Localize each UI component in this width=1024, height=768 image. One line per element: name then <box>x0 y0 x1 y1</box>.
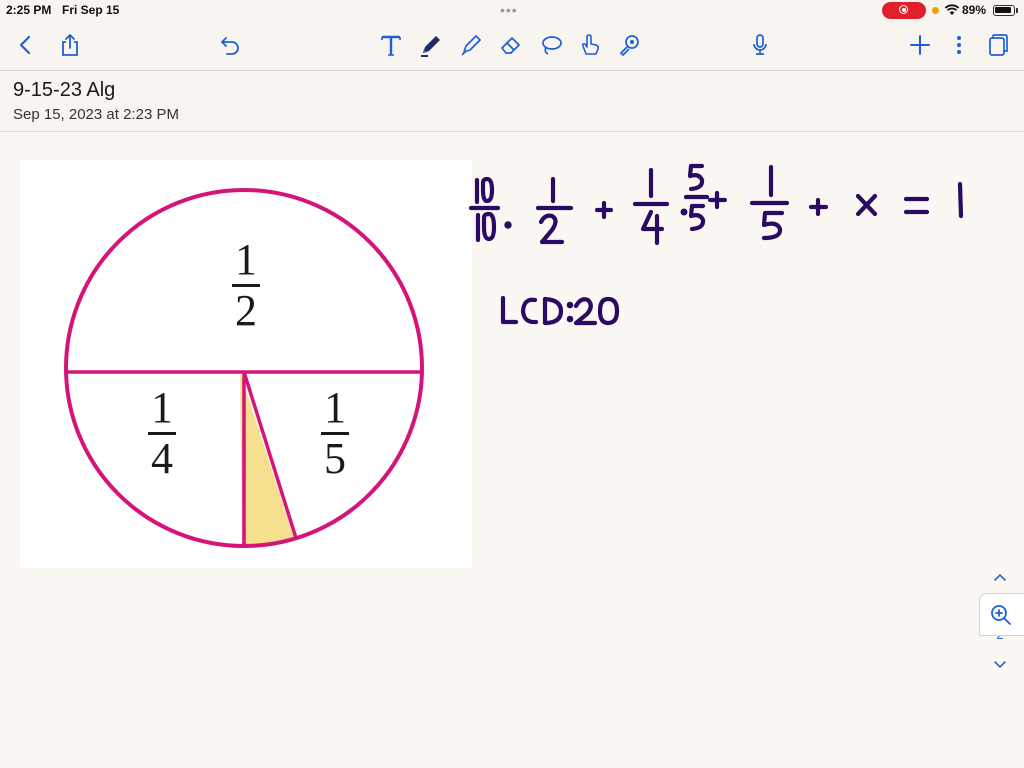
ink-0 <box>597 296 620 326</box>
share-icon[interactable] <box>57 32 83 58</box>
ink-half-denominator <box>538 213 565 245</box>
ink-one <box>957 181 964 219</box>
ink-dot <box>504 221 512 229</box>
shapes-hand-icon[interactable] <box>577 32 603 58</box>
undo-icon[interactable] <box>217 32 243 58</box>
note-page[interactable]: 1 2 1 4 1 5 <box>0 132 1024 768</box>
ink-D <box>542 296 564 326</box>
note-date: Sep 15, 2023 at 2:23 PM <box>13 106 179 123</box>
handwriting-ink[interactable] <box>0 132 1024 768</box>
ink-quarter-denominator <box>640 209 665 246</box>
ink-fifth-denominator <box>761 210 785 241</box>
ink-colon <box>566 315 574 323</box>
multitasking-dots-icon[interactable]: ••• <box>500 2 518 18</box>
highlighter-icon[interactable] <box>458 32 484 58</box>
zoom-in-icon <box>991 605 1011 625</box>
ink-equals <box>903 196 930 215</box>
status-date: Fri Sep 15 <box>62 3 120 17</box>
ink-L <box>500 295 519 325</box>
toolbar <box>0 22 1024 71</box>
lasso-icon[interactable] <box>538 32 564 58</box>
page-down-icon[interactable] <box>988 658 1012 678</box>
back-chevron-icon[interactable] <box>13 32 39 58</box>
ink-C <box>520 297 539 325</box>
ink-plus <box>808 197 829 217</box>
ink-x <box>855 193 878 217</box>
ink-plus <box>707 190 728 210</box>
wifi-icon <box>944 4 960 15</box>
eraser-icon[interactable] <box>498 32 524 58</box>
zoom-button[interactable] <box>979 593 1024 636</box>
ink-plus <box>594 200 614 220</box>
status-time: 2:25 PM <box>6 3 52 17</box>
pen-icon[interactable] <box>418 32 444 58</box>
microphone-icon[interactable] <box>747 32 773 58</box>
text-tool-icon[interactable] <box>378 32 404 58</box>
note-title[interactable]: 9-15-23 Alg <box>13 79 115 102</box>
ink-five-numerator <box>687 163 705 192</box>
ink-dot <box>680 208 688 216</box>
more-icon[interactable] <box>946 32 972 58</box>
battery-icon <box>993 5 1015 16</box>
note-header: 9-15-23 Alg Sep 15, 2023 at 2:23 PM <box>0 71 1024 132</box>
page-up-icon[interactable] <box>988 570 1012 590</box>
status-bar: 2:25 PM Fri Sep 15 ••• 89% <box>0 0 1024 22</box>
ink-10-denominator <box>475 211 497 243</box>
ink-colon <box>566 301 574 309</box>
laser-pointer-icon[interactable] <box>617 32 643 58</box>
mic-in-use-indicator-icon <box>932 7 939 14</box>
pages-icon[interactable] <box>984 32 1010 58</box>
battery-percent: 89% <box>962 3 987 17</box>
ink-five-denominator <box>688 203 706 232</box>
ink-10-numerator <box>474 176 495 205</box>
ink-2 <box>573 297 598 326</box>
screen-recording-icon[interactable] <box>882 2 926 19</box>
add-icon[interactable] <box>907 32 933 58</box>
